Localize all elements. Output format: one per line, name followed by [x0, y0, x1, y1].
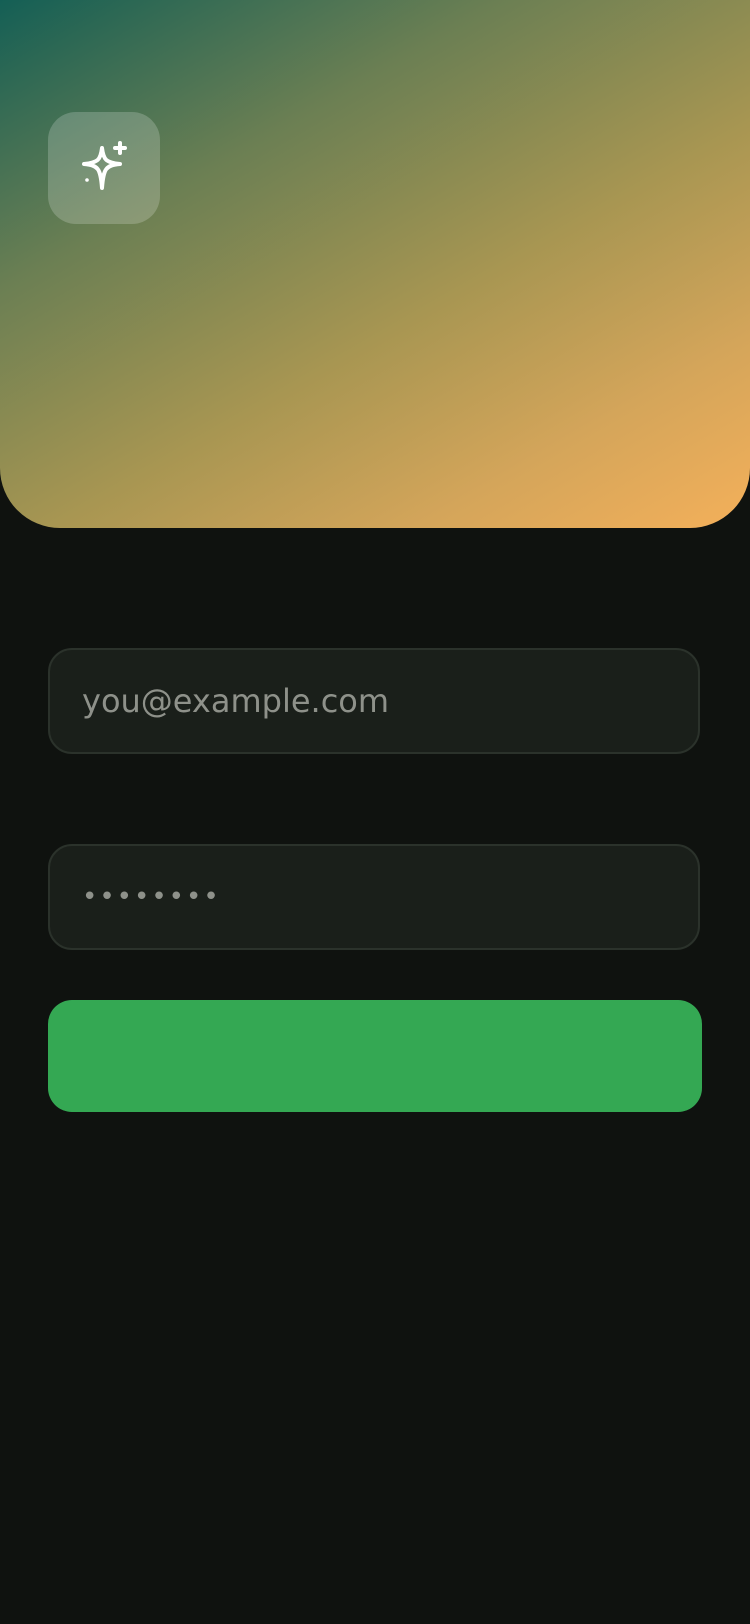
email-field[interactable] — [48, 648, 700, 754]
submit-button[interactable] — [48, 1000, 702, 1112]
password-field[interactable] — [48, 844, 700, 950]
login-screen — [0, 0, 750, 1624]
sparkles-icon — [82, 141, 127, 190]
email-input[interactable] — [82, 650, 698, 752]
app-icon-tile — [48, 112, 160, 224]
password-input[interactable] — [82, 846, 698, 948]
hero-banner — [0, 0, 750, 528]
